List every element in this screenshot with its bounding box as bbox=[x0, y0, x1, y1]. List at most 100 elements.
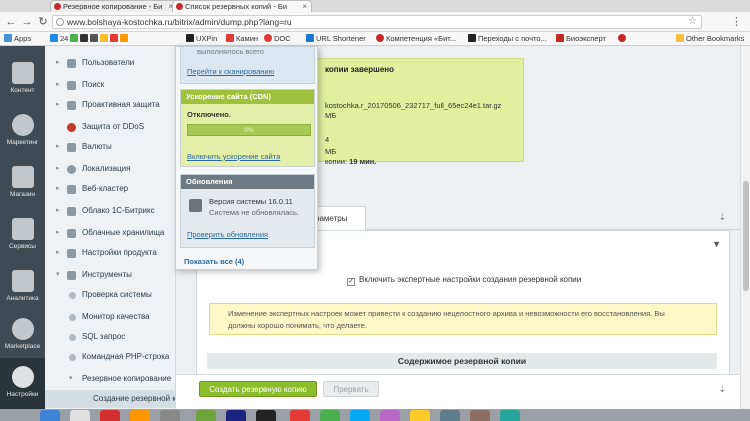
expand-arrow-icon[interactable]: ▸ bbox=[56, 76, 60, 94]
chrome-icon[interactable] bbox=[100, 410, 120, 421]
safari-icon[interactable] bbox=[70, 410, 90, 421]
pin-icon[interactable]: ⇣ bbox=[718, 212, 726, 223]
tree-item-cloud-storage[interactable]: ▸ Облачные хранилища bbox=[45, 224, 175, 242]
yellow-bookmark-icon[interactable] bbox=[100, 34, 108, 42]
close-tab-icon[interactable]: × bbox=[302, 1, 307, 12]
tree-item-currencies[interactable]: ▸ Валюты bbox=[45, 138, 175, 156]
address-bar-row: ← → ↻ www.bolshaya-kostochka.ru/bitrix/a… bbox=[0, 12, 750, 32]
tree-item-backup[interactable]: ▾ Резервное копирование bbox=[45, 370, 175, 388]
bookmark-perehody[interactable]: Переходы с почто... bbox=[468, 32, 547, 46]
gear-icon bbox=[11, 366, 34, 388]
bookmark-doc[interactable]: DOC bbox=[264, 32, 291, 46]
tree-item-users[interactable]: ▸ Пользователи bbox=[45, 54, 175, 72]
scan-link[interactable]: Перейти к сканированию bbox=[187, 67, 274, 76]
bullet-icon bbox=[69, 292, 76, 299]
expand-arrow-icon[interactable]: ▸ bbox=[56, 244, 60, 262]
scrollbar-thumb[interactable] bbox=[743, 181, 749, 291]
menu-shop[interactable]: Магазин bbox=[0, 158, 45, 212]
bookmark-kompetentsiya[interactable]: Компетенция «Бит... bbox=[376, 32, 456, 46]
menu-marketing[interactable]: Маркетинг bbox=[0, 106, 45, 160]
url-input[interactable]: www.bolshaya-kostochka.ru/bitrix/admin/d… bbox=[52, 15, 702, 29]
bookmark-bioekspert[interactable]: Биоэксперт bbox=[556, 32, 606, 46]
browser-menu-icon[interactable]: ⋮ bbox=[731, 15, 742, 28]
app-gray-icon[interactable] bbox=[440, 410, 460, 421]
stop-button[interactable]: Прервать bbox=[323, 381, 379, 397]
tree-item-webcluster[interactable]: ▸ Веб-кластер bbox=[45, 180, 175, 198]
app-green-icon[interactable] bbox=[320, 410, 340, 421]
other-bookmarks[interactable]: Other Bookmarks bbox=[676, 32, 744, 46]
tree-item-system-check[interactable]: Проверка системы bbox=[45, 286, 175, 304]
cdn-enable-link[interactable]: Включить ускорение сайта bbox=[187, 152, 280, 161]
backup-contents-header: Содержимое резервной копии bbox=[207, 353, 717, 369]
red-bookmark-icon[interactable] bbox=[110, 34, 118, 42]
expert-settings-row[interactable]: ✓ Включить экспертные настройки создания … bbox=[347, 275, 581, 286]
forward-arrow-icon[interactable]: → bbox=[20, 15, 34, 29]
browser-tab-backup-list[interactable]: Список резервных копий - Би × bbox=[172, 0, 312, 12]
hash-bookmark-icon[interactable] bbox=[90, 34, 98, 42]
menu-marketplace[interactable]: Marketplace bbox=[0, 310, 45, 364]
cloud-download-icon bbox=[11, 318, 34, 340]
terminal-icon[interactable] bbox=[256, 410, 276, 421]
tree-item-php-console[interactable]: Командная PHP-строка bbox=[45, 348, 175, 366]
expand-arrow-icon[interactable]: ▸ bbox=[56, 138, 60, 156]
bookmark-extra[interactable] bbox=[618, 32, 628, 46]
expand-arrow-icon[interactable]: ▸ bbox=[56, 180, 60, 198]
expert-settings-checkbox[interactable]: ✓ bbox=[347, 278, 355, 286]
check-updates-link[interactable]: Проверить обновления bbox=[187, 230, 268, 239]
reload-icon[interactable]: ↻ bbox=[36, 15, 50, 29]
update-box-icon bbox=[189, 199, 202, 212]
bookmark-kamin[interactable]: Камин bbox=[226, 32, 258, 46]
app-brown-icon[interactable] bbox=[470, 410, 490, 421]
browser-tab-backup[interactable]: Резервное копирование - Би × bbox=[50, 0, 178, 12]
tree-item-create-backup[interactable]: Создание резервной к bbox=[45, 390, 175, 408]
bookmark-uxpin[interactable]: UXPin bbox=[186, 32, 217, 46]
tree-item-bitrix-cloud[interactable]: ▸ Облако 1С-Битрикс bbox=[45, 202, 175, 220]
menu-analytics[interactable]: Аналитика bbox=[0, 262, 45, 316]
orange-bookmark-icon[interactable] bbox=[120, 34, 128, 42]
menu-settings[interactable]: Настройки bbox=[0, 358, 45, 412]
tree-item-quality-monitor[interactable]: Монитор качества bbox=[45, 308, 175, 326]
update-status: Система не обновлялась. bbox=[209, 208, 300, 217]
menu-content[interactable]: Контент bbox=[0, 54, 45, 108]
app-yellow-icon[interactable] bbox=[410, 410, 430, 421]
page-scrollbar[interactable] bbox=[740, 46, 750, 409]
tree-item-tools[interactable]: ▾ Инструменты bbox=[45, 266, 175, 284]
bookmark-url-shortener[interactable]: URL Shortener bbox=[306, 32, 366, 46]
green-bookmark-icon[interactable] bbox=[70, 34, 78, 42]
pin-icon[interactable]: ⇣ bbox=[718, 384, 726, 395]
tree-item-product-settings[interactable]: ▸ Настройки продукта bbox=[45, 244, 175, 262]
expand-arrow-icon[interactable]: ▸ bbox=[56, 54, 60, 72]
bookmark-apps[interactable]: Apps bbox=[4, 32, 31, 46]
back-arrow-icon[interactable]: ← bbox=[4, 15, 18, 29]
app-red-icon[interactable] bbox=[290, 410, 310, 421]
bookmark-24[interactable]: 24 bbox=[50, 32, 68, 46]
collapse-arrow-icon[interactable]: ▾ bbox=[69, 370, 73, 388]
black-bookmark-icon[interactable] bbox=[80, 34, 88, 42]
app-purple-icon[interactable] bbox=[380, 410, 400, 421]
collapse-arrow-icon[interactable]: ▾ bbox=[56, 266, 60, 284]
app-teal-icon[interactable] bbox=[500, 410, 520, 421]
photoshop-icon[interactable] bbox=[226, 410, 246, 421]
bookmark-star-icon[interactable]: ☆ bbox=[688, 16, 697, 28]
expand-arrow-icon[interactable]: ▸ bbox=[56, 160, 60, 178]
firefox-icon[interactable] bbox=[130, 410, 150, 421]
create-backup-button[interactable]: Создать резервную копию bbox=[199, 381, 317, 397]
page-info-icon[interactable] bbox=[56, 18, 64, 26]
tree-item-sql-query[interactable]: SQL запрос bbox=[45, 328, 175, 346]
collapse-chevron-icon[interactable]: ▼ bbox=[712, 239, 721, 249]
tree-item-localization[interactable]: ▸ Локализация bbox=[45, 160, 175, 178]
editor-icon[interactable] bbox=[196, 410, 216, 421]
expand-arrow-icon[interactable]: ▸ bbox=[56, 224, 60, 242]
tree-item-proactive[interactable]: ▸ Проактивная защита bbox=[45, 96, 175, 114]
app-icon[interactable] bbox=[160, 410, 180, 421]
finder-icon[interactable] bbox=[40, 410, 60, 421]
expand-arrow-icon[interactable]: ▸ bbox=[56, 96, 60, 114]
show-all-link[interactable]: Показать все (4) bbox=[184, 257, 244, 266]
tree-item-search[interactable]: ▸ Поиск bbox=[45, 76, 175, 94]
app-blue-icon[interactable] bbox=[350, 410, 370, 421]
menu-services[interactable]: Сервисы bbox=[0, 210, 45, 264]
tree-item-ddos[interactable]: Защита от DDoS bbox=[45, 118, 175, 136]
cdn-progress-bar: 0% bbox=[187, 124, 311, 136]
backup-result-card: копии завершено kostochka.r_20170506_232… bbox=[316, 58, 524, 166]
expand-arrow-icon[interactable]: ▸ bbox=[56, 202, 60, 220]
